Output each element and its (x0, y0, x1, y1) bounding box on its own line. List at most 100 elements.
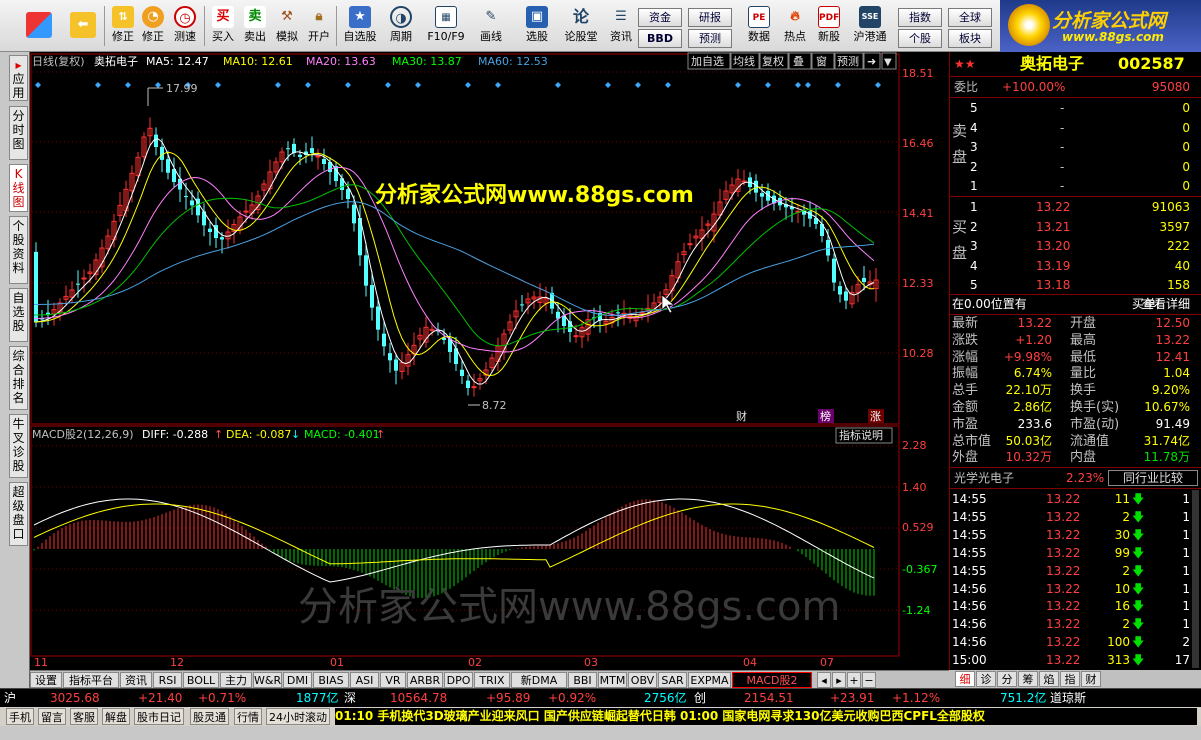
tab-watchlist[interactable]: 自选股 (9, 288, 28, 342)
bbd-button[interactable]: BBD (638, 29, 682, 48)
simulate-button[interactable]: ⚒ 模拟 (270, 4, 304, 50)
sell-button[interactable]: 卖 卖出 (238, 4, 272, 50)
chart-area[interactable]: 日线(复权) 奥拓电子 MA5: 12.47 MA10: 12.61 MA20:… (30, 52, 949, 670)
tab-stock-profile[interactable]: 个股资料 (9, 216, 28, 284)
status-item[interactable]: 留言 (38, 708, 66, 725)
forum-button[interactable]: 论 论股堂 (562, 4, 600, 50)
tab-apps[interactable]: ▸ 应用 (9, 55, 28, 101)
indicator-tab[interactable]: MTM (598, 672, 627, 688)
single-stock-button[interactable]: 个股 (898, 29, 942, 48)
buy-level-row[interactable]: 2 13.21 3597 (950, 218, 1201, 236)
cy-value[interactable]: 2154.51 (744, 689, 794, 708)
view-detail-link[interactable]: 查看详细 (1142, 295, 1190, 313)
research-button[interactable]: 研报 (688, 8, 732, 27)
tab-diagnose[interactable]: 牛叉诊股 (9, 414, 28, 478)
global-button[interactable]: 全球 (948, 8, 992, 27)
tab-scroll-button[interactable]: ▸ (832, 672, 846, 688)
sell-level-row[interactable]: 5 - 0 (950, 99, 1201, 117)
watchlist-button[interactable]: ★ 自选股 (340, 4, 380, 50)
open-account-button[interactable]: 🔒︎ 开户 (302, 4, 336, 50)
quote-tab[interactable]: 财 (1081, 671, 1101, 687)
peer-compare-button[interactable]: 同行业比较 (1108, 470, 1198, 486)
quote-tab[interactable]: 焰 (1039, 671, 1059, 687)
status-item[interactable]: 股市日记 (134, 708, 184, 725)
sz-value[interactable]: 10564.78 (390, 689, 447, 708)
sell-level-row[interactable]: 4 - 0 (950, 119, 1201, 137)
quote-tab[interactable]: 指 (1060, 671, 1080, 687)
buy-level-row[interactable]: 3 13.20 222 (950, 237, 1201, 255)
period-button[interactable]: ◑ 周期 (384, 4, 418, 50)
indicator-tab[interactable]: BIAS (313, 672, 349, 688)
indicator-tab[interactable]: RSI (153, 672, 182, 688)
indicator-tab[interactable]: MACD股2 (732, 672, 812, 688)
indicator-tab[interactable]: 主力 (220, 672, 252, 688)
status-item[interactable]: 解盘 (102, 708, 130, 725)
status-item[interactable]: 股灵通 (190, 708, 229, 725)
tab-intraday[interactable]: 分时图 (9, 106, 28, 160)
indicator-tab[interactable]: 设置 (30, 672, 62, 688)
indicator-tab[interactable]: 资讯 (120, 672, 152, 688)
indicator-tab[interactable]: ARBR (407, 672, 443, 688)
data-button[interactable]: PE 数据 (742, 4, 776, 50)
tab-kline[interactable]: K线图 (9, 164, 28, 212)
quote-tab[interactable]: 分 (997, 671, 1017, 687)
indicator-tab[interactable]: 新DMA (511, 672, 567, 688)
industry-name[interactable]: 光学光电子 (954, 469, 1014, 487)
sell-level-row[interactable]: 1 - 0 (950, 177, 1201, 195)
status-item[interactable]: 客服 (70, 708, 98, 725)
indicator-tab[interactable]: SAR (658, 672, 687, 688)
dow-jones-label[interactable]: 道琼斯 (1050, 689, 1086, 708)
hotspot-button[interactable]: 🔥︎ 热点 (778, 4, 812, 50)
fund-button[interactable]: 资金 (638, 8, 682, 27)
forecast-button[interactable]: 预测 (688, 29, 732, 48)
tab-scroll-button[interactable]: + (847, 672, 861, 688)
indicator-tab[interactable]: 指标平台 (63, 672, 119, 688)
f10-button[interactable]: ▦ F10/F9 (426, 4, 466, 50)
tab-ranking[interactable]: 综合排名 (9, 346, 28, 410)
ma-button-label: 均线 (733, 54, 755, 68)
sh-value[interactable]: 3025.68 (50, 689, 100, 708)
forecast-chart-label: 预测 (837, 55, 859, 68)
index-button[interactable]: 指数 (898, 8, 942, 27)
tick-scrollbar[interactable] (1192, 490, 1199, 668)
indicator-tab[interactable]: W&R (253, 672, 282, 688)
indicator-tab[interactable]: ASI (350, 672, 379, 688)
news-button[interactable]: ☰ 资讯 (604, 4, 638, 50)
pageup-button[interactable]: ⇅ 修正 (106, 4, 140, 50)
buy-button[interactable]: 买 买入 (206, 4, 240, 50)
start-button[interactable] (22, 4, 56, 50)
quote-tab[interactable]: 诊 (976, 671, 996, 687)
ipo-button[interactable]: PDF 新股 (812, 4, 846, 50)
indicator-tab[interactable]: DMI (283, 672, 312, 688)
buy-level-row[interactable]: 4 13.19 40 (950, 257, 1201, 275)
indicator-tab[interactable]: BBI (568, 672, 597, 688)
back-button[interactable]: ⬅ (66, 4, 100, 50)
tab-scroll-button[interactable]: − (862, 672, 876, 688)
sector-button[interactable]: 板块 (948, 29, 992, 48)
indicator-tab[interactable]: EXPMA (688, 672, 731, 688)
up-down-arrow-icon: ⇅ (112, 6, 134, 28)
sell-level-row[interactable]: 2 - 0 (950, 158, 1201, 176)
news-ticker[interactable]: 01:10 手机换代3D玻璃产业迎来风口 国产供应链崛起替代日韩 01:00 国… (335, 708, 1197, 725)
ranking-marker-label: 榜 (820, 409, 831, 423)
indicator-tab[interactable]: TRIX (474, 672, 510, 688)
draw-line-button[interactable]: ✎ 画线 (474, 4, 508, 50)
status-item[interactable]: 行情 (234, 708, 262, 725)
tab-scroll-button[interactable]: ◂ (817, 672, 831, 688)
tab-super-book[interactable]: 超级盘口 (9, 482, 28, 546)
quote-tab[interactable]: 细 (955, 671, 975, 687)
indicator-tab[interactable]: DPO (444, 672, 473, 688)
indicator-tab[interactable]: OBV (628, 672, 657, 688)
status-item[interactable]: 手机 (6, 708, 34, 725)
sell-level-row[interactable]: 3 - 0 (950, 138, 1201, 156)
status-item[interactable]: 24小时滚动 (266, 708, 330, 725)
indicator-tab[interactable]: VR (380, 672, 406, 688)
hk-connect-button[interactable]: SSE HK 沪港通 (850, 4, 890, 50)
buy-level-row[interactable]: 5 13.18 158 (950, 276, 1201, 294)
quote-tab[interactable]: 筹 (1018, 671, 1038, 687)
indicator-tab[interactable]: BOLL (183, 672, 219, 688)
buy-level-row[interactable]: 1 13.22 91063 (950, 198, 1201, 216)
speedtest-button[interactable]: ◷ 测速 (168, 4, 202, 50)
fix-button[interactable]: ◔ 修正 (136, 4, 170, 50)
stock-picker-button[interactable]: ▣ 选股 (520, 4, 554, 50)
